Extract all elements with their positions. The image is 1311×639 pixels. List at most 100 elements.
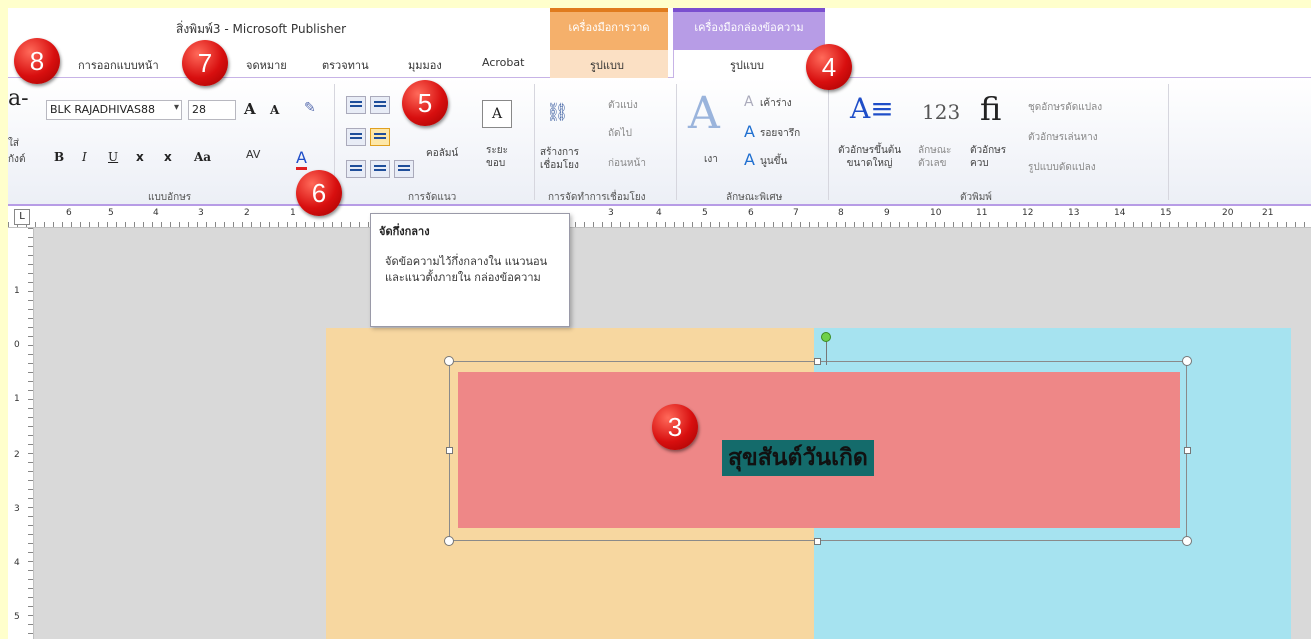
subscript-button[interactable]: x [136,150,144,164]
shrink-font-button[interactable]: A [270,103,279,117]
ruler-number: 3 [198,208,204,218]
tab-mailings[interactable]: จดหมาย [246,56,287,74]
underline-button[interactable]: U [108,150,118,164]
break-button[interactable]: ตัวแบ่ง [608,98,638,113]
linking-group-label: การจัดทำการเชื่อมโยง [548,192,646,203]
window-title: สิ่งพิมพ์3 - Microsoft Publisher [176,22,347,36]
callout-marker-7: 7 [182,40,228,86]
ruler-number: 4 [656,208,662,218]
ruler-number: 4 [153,208,159,218]
align-top-left-icon[interactable] [346,96,366,114]
selected-text[interactable]: สุขสันต์วันเกิด [722,440,874,476]
ruler-number: 2 [14,450,20,460]
ruler-number: 9 [884,208,890,218]
contextual-tab-text-box-tools: เครื่องมือกล่องข้อความ [673,8,825,50]
tab-stop-selector[interactable]: L [14,209,30,225]
ruler-number: 7 [793,208,799,218]
resize-handle-top[interactable] [814,358,821,365]
font-size-combo[interactable]: 28 [188,100,236,120]
outline-button[interactable]: เค้าร่าง [760,96,792,111]
shadow-effect-icon[interactable]: A [688,88,720,139]
drop-cap-icon[interactable]: A≡ [850,92,894,125]
italic-button[interactable]: I [82,150,87,164]
margins-button[interactable]: ระยะ ขอบ [486,144,508,170]
resize-handle-right[interactable] [1184,447,1191,454]
ruler-number: 5 [108,208,114,218]
align-bottom-center-icon[interactable] [370,160,390,178]
tab-view[interactable]: มุมมอง [408,56,442,74]
font-group-label: แบบอักษร [148,192,192,203]
tab-drawing-format[interactable]: รูปแบบ [590,56,624,74]
resize-handle-top-right[interactable] [1182,356,1192,366]
grow-font-button[interactable]: A [244,100,256,118]
resize-handle-bottom-right[interactable] [1182,536,1192,546]
ruler-number: 6 [66,208,72,218]
create-link-button[interactable]: สร้างการ เชื่อมโยง [540,146,579,172]
font-name-dropdown-icon[interactable]: ▾ [174,102,179,113]
tab-textbox-format[interactable]: รูปแบบ [730,56,764,74]
change-case-button[interactable]: Aa [194,150,211,164]
emboss-button[interactable]: นูนขึ้น [760,154,787,169]
ruler-number: 10 [930,208,942,218]
ruler-number: 4 [14,558,20,568]
rotation-connector [826,341,827,365]
previous-button[interactable]: ก่อนหน้า [608,156,646,171]
shadow-button[interactable]: เงา [704,152,718,167]
engrave-effect-icon[interactable]: A [744,122,755,141]
tab-page-design[interactable]: การออกแบบหน้า [78,56,159,74]
font-color-button[interactable]: A [296,148,307,170]
ruler-number: 20 [1222,208,1234,218]
horizontal-ruler[interactable]: L 6 5 4 3 2 1 3 4 5 6 7 8 9 10 11 12 13 14 15 20 21 [8,206,1311,228]
tab-acrobat[interactable]: Acrobat [482,56,524,69]
character-spacing-button[interactable]: AV [246,148,260,161]
align-center-icon[interactable] [370,128,390,146]
callout-marker-4: 4 [806,44,852,90]
ruler-number: 1 [14,286,20,296]
align-top-center-icon[interactable] [370,96,390,114]
align-bottom-left-icon[interactable] [346,160,366,178]
ligature-icon[interactable]: fi [980,90,1001,128]
resize-handle-left[interactable] [446,447,453,454]
columns-button[interactable]: คอลัมน์ [426,146,458,161]
partial-styles-icon[interactable]: a- [8,86,29,111]
ruler-number: 6 [748,208,754,218]
rotation-handle[interactable] [821,332,831,342]
partial-label-2: กังต์ [8,154,26,165]
separator [828,84,829,200]
stylistic-sets-button[interactable]: ชุดอักษรดัดแปลง [1028,100,1102,115]
ruler-number: 1 [290,208,296,218]
contextual-tab-drawing-tools: เครื่องมือการวาด [550,8,668,50]
text-box-tools-label: เครื่องมือกล่องข้อความ [694,21,804,34]
ruler-number: 14 [1114,208,1126,218]
emboss-effect-icon[interactable]: A [744,150,755,169]
drop-cap-button[interactable]: ตัวอักษรขึ้นต้น ขนาดใหญ่ [838,144,901,170]
outline-effect-icon[interactable]: A [744,94,754,110]
tooltip-title: จัดกึ่งกลาง [379,225,430,238]
swash-button[interactable]: ตัวอักษรเล่นหาง [1028,130,1098,145]
separator [676,84,677,200]
resize-handle-bottom[interactable] [814,538,821,545]
margins-icon[interactable]: A [482,100,512,128]
number-style-icon[interactable]: 123 [922,100,960,124]
vertical-ruler[interactable]: 1 0 1 2 3 4 5 [8,228,34,639]
align-middle-left-icon[interactable] [346,128,366,146]
effects-group-label: ลักษณะพิเศษ [726,192,783,203]
typography-group-label: ตัวพิมพ์ [960,192,992,203]
superscript-button[interactable]: x [164,150,172,164]
link-icon[interactable]: ⛓ [546,102,569,123]
next-button[interactable]: ถัดไป [608,126,632,141]
resize-handle-bottom-left[interactable] [444,536,454,546]
bold-button[interactable]: B [54,150,64,164]
ruler-number: 2 [244,208,250,218]
align-bottom-right-icon[interactable] [394,160,414,178]
number-style-button[interactable]: ลักษณะ ตัวเลข [918,144,951,170]
separator [1168,84,1169,200]
ligature-button[interactable]: ตัวอักษร ควบ [970,144,1006,170]
font-name-combo[interactable]: BLK RAJADHIVAS88 [46,100,182,120]
resize-handle-top-left[interactable] [444,356,454,366]
tab-review[interactable]: ตรวจทาน [322,56,369,74]
engrave-button[interactable]: รอยจารึก [760,126,800,141]
publisher-window: สิ่งพิมพ์3 - Microsoft Publisher เครื่อง… [8,8,1311,639]
stylistic-alternates-button[interactable]: รูปแบบดัดแปลง [1028,160,1096,175]
clear-formatting-icon[interactable]: ✎ [304,100,316,116]
